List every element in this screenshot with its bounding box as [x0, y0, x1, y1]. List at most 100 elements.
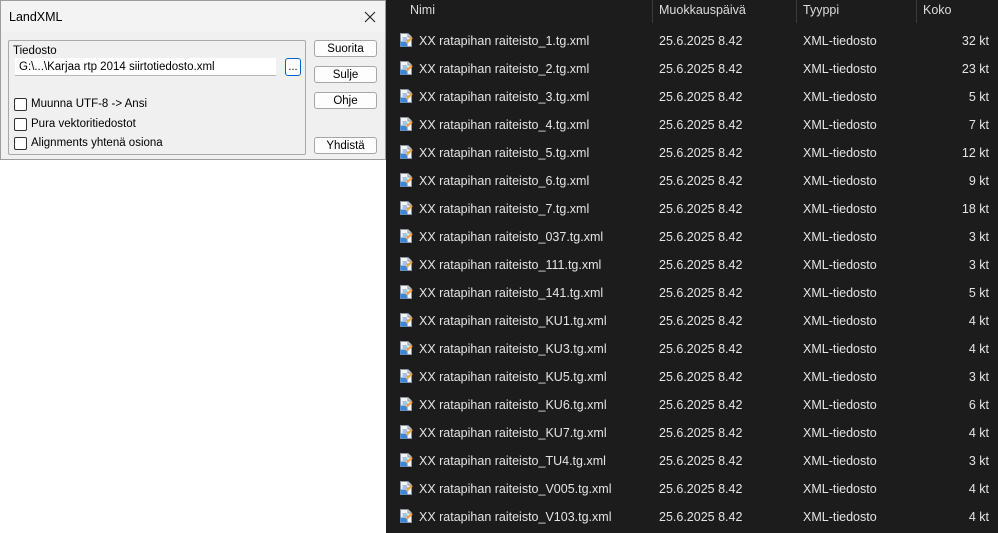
close-button[interactable]: Sulje: [314, 66, 377, 83]
file-name: XX ratapihan raiteisto_7.tg.xml: [419, 202, 590, 216]
dialog-titlebar[interactable]: LandXML: [1, 1, 385, 32]
file-type: XML-tiedosto: [803, 90, 877, 104]
xml-file-icon: [398, 368, 414, 384]
file-modified: 25.6.2025 8.42: [659, 314, 743, 328]
file-size: 5 kt: [968, 286, 989, 300]
file-modified: 25.6.2025 8.42: [659, 342, 743, 356]
group-label: Tiedosto: [13, 45, 57, 57]
file-type: XML-tiedosto: [803, 286, 877, 300]
close-icon[interactable]: [357, 5, 383, 29]
file-modified: 25.6.2025 8.42: [659, 90, 743, 104]
file-row[interactable]: XX ratapihan raiteisto_V005.tg.xml 25.6.2…: [386, 475, 998, 503]
merge-button[interactable]: Yhdistä: [314, 137, 377, 154]
file-name: XX ratapihan raiteisto_KU5.tg.xml: [419, 370, 607, 384]
file-row[interactable]: XX ratapihan raiteisto_4.tg.xml 25.6.2025…: [386, 111, 998, 139]
checkbox-box[interactable]: [14, 117, 27, 131]
xml-file-icon: [398, 452, 414, 468]
column-header-modified[interactable]: Muokkauspäivä: [659, 3, 746, 17]
file-size: 23 kt: [961, 62, 989, 76]
run-button[interactable]: Suorita: [314, 40, 377, 57]
file-size: 4 kt: [968, 342, 989, 356]
xml-file-icon: [398, 284, 414, 300]
file-row[interactable]: XX ratapihan raiteisto_037.tg.xml 25.6.20…: [386, 223, 998, 251]
checkbox-label: Muunna UTF-8 -> Ansi: [31, 98, 148, 110]
file-name: XX ratapihan raiteisto_111.tg.xml: [419, 258, 602, 272]
file-row[interactable]: XX ratapihan raiteisto_141.tg.xml 25.6.20…: [386, 279, 998, 307]
checkbox-box[interactable]: [14, 97, 27, 111]
file-name: XX ratapihan raiteisto_037.tg.xml: [419, 230, 604, 244]
file-size: 4 kt: [968, 510, 989, 524]
file-name: XX ratapihan raiteisto_KU3.tg.xml: [419, 342, 607, 356]
file-size: 18 kt: [961, 202, 989, 216]
file-row[interactable]: XX ratapihan raiteisto_KU7.tg.xml 25.6.20…: [386, 419, 998, 447]
file-row[interactable]: XX ratapihan raiteisto_KU1.tg.xml 25.6.20…: [386, 307, 998, 335]
checkbox-unpack-vectors[interactable]: Pura vektoritiedostot: [14, 117, 136, 131]
column-divider[interactable]: [652, 0, 653, 23]
file-row[interactable]: XX ratapihan raiteisto_111.tg.xml 25.6.20…: [386, 251, 998, 279]
checkbox-utf8-ansi[interactable]: Muunna UTF-8 -> Ansi: [14, 97, 147, 111]
xml-file-icon: [398, 312, 414, 328]
file-name: XX ratapihan raiteisto_KU6.tg.xml: [419, 398, 607, 412]
file-type: XML-tiedosto: [803, 202, 877, 216]
file-name: XX ratapihan raiteisto_3.tg.xml: [419, 90, 590, 104]
file-name: XX ratapihan raiteisto_TU4.tg.xml: [419, 454, 606, 468]
file-groupbox: Tiedosto ... Muunna UTF-8 -> Ansi Pura v…: [8, 40, 306, 155]
file-modified: 25.6.2025 8.42: [659, 510, 743, 524]
file-row[interactable]: XX ratapihan raiteisto_1.tg.xml 25.6.2025…: [386, 27, 998, 55]
landxml-dialog: LandXML Tiedosto ... Muunna UTF-8 -> Ans…: [0, 0, 386, 160]
column-header-type[interactable]: Tyyppi: [803, 3, 839, 17]
checkbox-alignments-one-section[interactable]: Alignments yhtenä osiona: [14, 136, 163, 150]
column-header-row: Nimi Muokkauspäivä Tyyppi Koko: [386, 0, 998, 23]
file-row[interactable]: XX ratapihan raiteisto_KU5.tg.xml 25.6.20…: [386, 363, 998, 391]
file-name: XX ratapihan raiteisto_2.tg.xml: [419, 62, 590, 76]
file-row[interactable]: XX ratapihan raiteisto_5.tg.xml 25.6.2025…: [386, 139, 998, 167]
xml-file-icon: [398, 172, 414, 188]
file-size: 5 kt: [968, 90, 989, 104]
file-name: XX ratapihan raiteisto_6.tg.xml: [419, 174, 590, 188]
checkbox-label: Pura vektoritiedostot: [31, 118, 136, 130]
file-modified: 25.6.2025 8.42: [659, 258, 743, 272]
file-size: 6 kt: [968, 398, 989, 412]
column-divider[interactable]: [916, 0, 917, 23]
xml-file-icon: [398, 60, 414, 76]
file-size: 3 kt: [968, 454, 989, 468]
column-header-name[interactable]: Nimi: [410, 3, 435, 17]
file-type: XML-tiedosto: [803, 146, 877, 160]
file-name: XX ratapihan raiteisto_KU1.tg.xml: [419, 314, 607, 328]
column-divider[interactable]: [796, 0, 797, 23]
file-modified: 25.6.2025 8.42: [659, 146, 743, 160]
file-row[interactable]: XX ratapihan raiteisto_7.tg.xml 25.6.2025…: [386, 195, 998, 223]
checkbox-box[interactable]: [14, 136, 27, 150]
file-modified: 25.6.2025 8.42: [659, 202, 743, 216]
file-name: XX ratapihan raiteisto_141.tg.xml: [419, 286, 604, 300]
xml-file-icon: [398, 144, 414, 160]
help-button[interactable]: Ohje: [314, 92, 377, 109]
file-row[interactable]: XX ratapihan raiteisto_6.tg.xml 25.6.2025…: [386, 167, 998, 195]
file-size: 3 kt: [968, 230, 989, 244]
file-type: XML-tiedosto: [803, 510, 877, 524]
file-modified: 25.6.2025 8.42: [659, 118, 743, 132]
file-row[interactable]: XX ratapihan raiteisto_3.tg.xml 25.6.2025…: [386, 83, 998, 111]
file-row[interactable]: XX ratapihan raiteisto_2.tg.xml 25.6.2025…: [386, 55, 998, 83]
file-row[interactable]: XX ratapihan raiteisto_KU3.tg.xml 25.6.20…: [386, 335, 998, 363]
file-size: 9 kt: [968, 174, 989, 188]
file-modified: 25.6.2025 8.42: [659, 174, 743, 188]
file-row[interactable]: XX ratapihan raiteisto_KU6.tg.xml 25.6.20…: [386, 391, 998, 419]
file-type: XML-tiedosto: [803, 258, 877, 272]
file-row[interactable]: XX ratapihan raiteisto_TU4.tg.xml 25.6.20…: [386, 447, 998, 475]
file-name: XX ratapihan raiteisto_V103.tg.xml: [419, 510, 612, 524]
xml-file-icon: [398, 88, 414, 104]
file-explorer-list: Nimi Muokkauspäivä Tyyppi Koko XX ratapi…: [386, 0, 998, 533]
file-type: XML-tiedosto: [803, 482, 877, 496]
xml-file-icon: [398, 508, 414, 524]
file-size: 4 kt: [968, 314, 989, 328]
file-modified: 25.6.2025 8.42: [659, 62, 743, 76]
file-name: XX ratapihan raiteisto_5.tg.xml: [419, 146, 590, 160]
browse-button[interactable]: ...: [285, 58, 301, 76]
file-row[interactable]: XX ratapihan raiteisto_V103.tg.xml 25.6.2…: [386, 503, 998, 531]
file-modified: 25.6.2025 8.42: [659, 482, 743, 496]
column-header-size[interactable]: Koko: [923, 3, 952, 17]
file-path-input[interactable]: [15, 58, 276, 76]
file-modified: 25.6.2025 8.42: [659, 34, 743, 48]
xml-file-icon: [398, 116, 414, 132]
